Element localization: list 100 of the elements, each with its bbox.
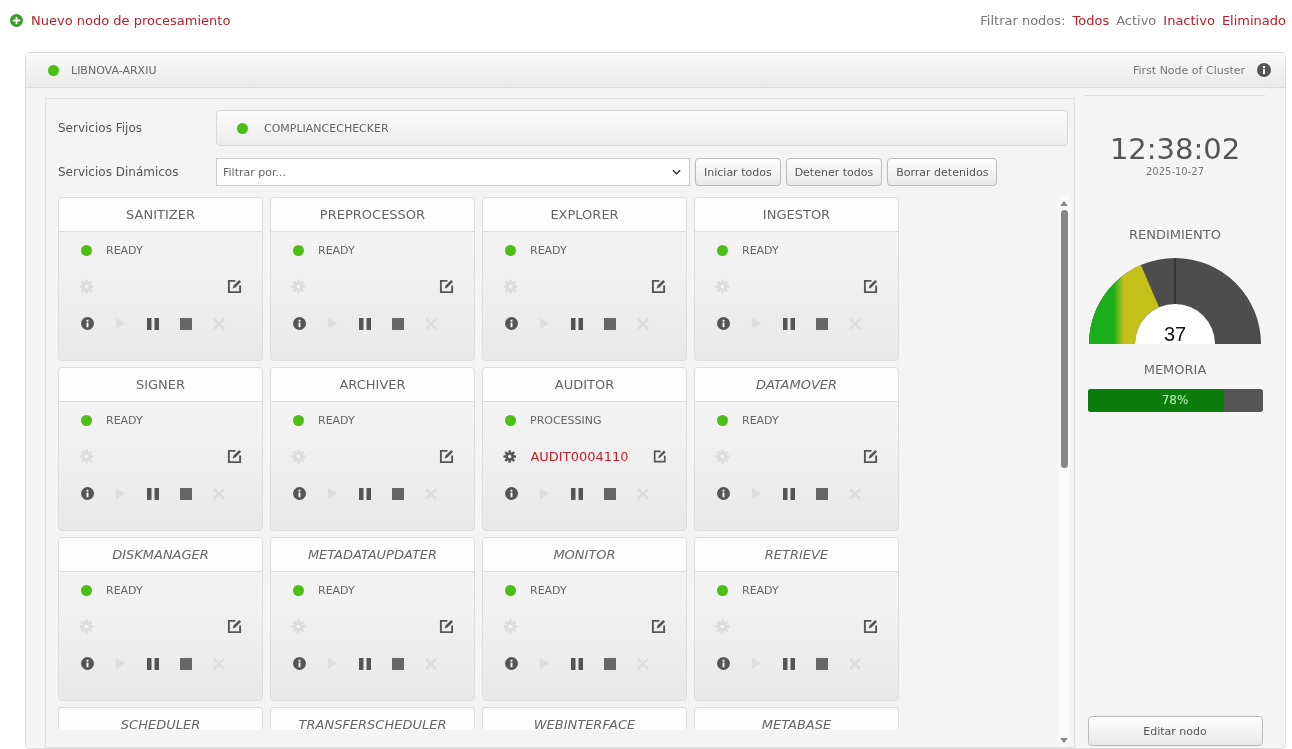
service-name: SANITIZER <box>59 198 262 232</box>
filter-link[interactable]: Inactivo <box>1163 12 1215 28</box>
pause-icon[interactable] <box>571 657 583 670</box>
info-icon[interactable] <box>293 317 306 330</box>
edit-icon[interactable] <box>863 448 878 464</box>
filter-link[interactable]: Activo <box>1116 12 1157 28</box>
action-button[interactable]: Detener todos <box>785 158 883 186</box>
info-icon[interactable] <box>81 657 94 670</box>
info-icon[interactable] <box>293 487 306 500</box>
status-dot <box>81 585 92 596</box>
info-icon[interactable] <box>717 657 730 670</box>
edit-icon[interactable] <box>651 618 666 634</box>
filter-dropdown[interactable]: Filtrar por... <box>216 158 690 186</box>
fixed-services-label: Servicios Fijos <box>58 121 143 135</box>
edit-icon[interactable] <box>227 448 242 464</box>
edit-icon[interactable] <box>227 618 242 634</box>
pause-icon[interactable] <box>571 317 583 330</box>
service-name: METADATAUPDATER <box>271 538 474 572</box>
pause-icon[interactable] <box>147 317 159 330</box>
edit-icon[interactable] <box>227 278 242 294</box>
stop-icon[interactable] <box>604 317 616 330</box>
stop-icon[interactable] <box>392 657 404 670</box>
service-name: SCHEDULER <box>59 708 262 730</box>
gear-icon[interactable] <box>503 448 517 464</box>
memory-title: MEMORIA <box>1143 362 1207 377</box>
pause-icon[interactable] <box>783 317 795 330</box>
arrow-up-icon[interactable] <box>1060 201 1068 206</box>
service-name: INGESTOR <box>695 198 898 232</box>
stop-icon[interactable] <box>604 487 616 500</box>
action-button[interactable]: Iniciar todos <box>695 158 781 186</box>
edit-icon[interactable] <box>439 618 454 634</box>
info-icon[interactable] <box>717 317 730 330</box>
edit-icon[interactable] <box>439 448 454 464</box>
add-icon <box>10 13 23 27</box>
scrollbar[interactable] <box>1058 197 1070 747</box>
stop-icon[interactable] <box>604 657 616 670</box>
service-status: READY <box>318 244 355 257</box>
status-dot <box>717 415 728 426</box>
edit-node-button[interactable]: Editar nodo <box>1087 716 1263 746</box>
pause-icon[interactable] <box>147 487 159 500</box>
pause-icon[interactable] <box>783 487 795 500</box>
filter-link[interactable]: Eliminado <box>1221 12 1286 28</box>
info-icon[interactable] <box>717 487 730 500</box>
service-status: READY <box>106 414 143 427</box>
stop-icon[interactable] <box>816 317 828 330</box>
stop-icon[interactable] <box>180 657 192 670</box>
pause-icon[interactable] <box>359 317 371 330</box>
service-status: READY <box>742 584 779 597</box>
filter-link[interactable]: Todos <box>1072 12 1110 28</box>
performance-title: RENDIMIENTO <box>1129 227 1221 242</box>
info-icon[interactable] <box>81 317 94 330</box>
service-status: PROCESSING <box>530 414 602 427</box>
service-name: METABASE <box>695 708 898 730</box>
stop-icon[interactable] <box>180 317 192 330</box>
scrollbar-thumb[interactable] <box>1060 210 1068 468</box>
service-status: READY <box>106 244 143 257</box>
info-icon[interactable] <box>505 487 518 500</box>
stop-icon[interactable] <box>392 317 404 330</box>
status-dot <box>293 245 304 256</box>
edit-icon[interactable] <box>863 618 878 634</box>
service-name: AUDITOR <box>483 368 686 402</box>
new-node-link[interactable]: Nuevo nodo de procesamiento <box>10 12 231 28</box>
service-name: DISKMANAGER <box>59 538 262 572</box>
service-name: WEBINTERFACE <box>483 708 686 730</box>
service-name: TRANSFERSCHEDULER <box>271 708 474 730</box>
status-dot <box>505 415 516 426</box>
service-name: DATAMOVER <box>695 368 898 402</box>
info-icon[interactable] <box>505 317 518 330</box>
stop-icon[interactable] <box>816 487 828 500</box>
pause-icon[interactable] <box>571 487 583 500</box>
job-id[interactable]: AUDIT0004110 <box>530 448 629 464</box>
info-icon[interactable] <box>293 657 306 670</box>
status-dot <box>48 64 59 76</box>
memory-value: 78% <box>1160 393 1190 407</box>
pause-icon[interactable] <box>359 657 371 670</box>
stop-icon[interactable] <box>392 487 404 500</box>
fixed-service[interactable]: COMPLIANCECHECKER <box>216 110 1068 146</box>
pause-icon[interactable] <box>783 657 795 670</box>
edit-icon[interactable] <box>863 278 878 294</box>
service-status: READY <box>318 414 355 427</box>
edit-icon[interactable] <box>652 448 666 464</box>
stop-icon[interactable] <box>180 487 192 500</box>
pause-icon[interactable] <box>359 487 371 500</box>
service-name: ARCHIVER <box>271 368 474 402</box>
arrow-down-icon[interactable] <box>1060 738 1068 743</box>
filter-label: Filtrar nodos: <box>980 12 1066 28</box>
stop-icon[interactable] <box>816 657 828 670</box>
pause-icon[interactable] <box>147 657 159 670</box>
action-button[interactable]: Borrar detenidos <box>887 158 998 186</box>
status-dot <box>81 415 92 426</box>
node-note: First Node of Cluster <box>1133 63 1245 77</box>
info-icon[interactable] <box>1257 63 1271 77</box>
status-dot <box>293 585 304 596</box>
info-icon[interactable] <box>81 487 94 500</box>
edit-icon[interactable] <box>439 278 454 294</box>
service-name: RETRIEVE <box>695 538 898 572</box>
service-name: PREPROCESSOR <box>271 198 474 232</box>
service-status: READY <box>742 414 779 427</box>
edit-icon[interactable] <box>651 278 666 294</box>
info-icon[interactable] <box>505 657 518 670</box>
